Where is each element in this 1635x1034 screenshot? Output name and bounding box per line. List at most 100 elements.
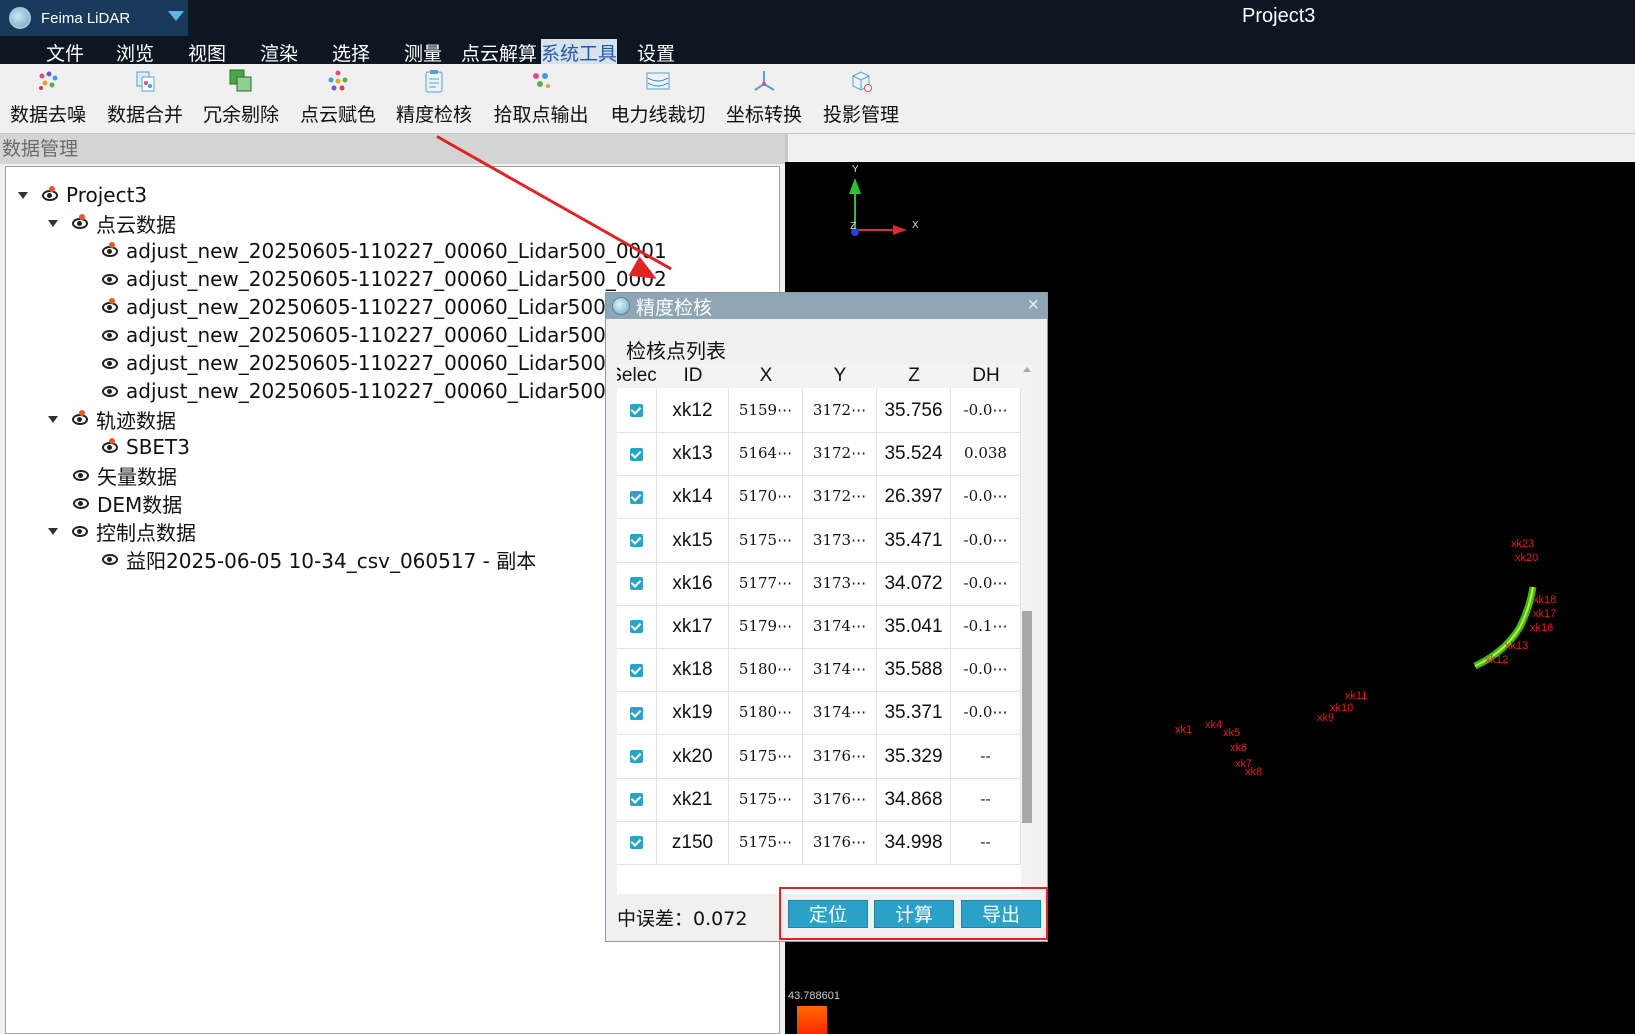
expand-arrow-icon[interactable] [48,415,58,423]
eye-icon[interactable] [102,329,118,341]
tool-label: 投影管理 [822,104,899,126]
tree-node-file[interactable]: adjust_new_20250605-110227_00060_Lidar50… [102,265,667,293]
row-checkbox[interactable] [630,663,643,677]
table-row[interactable]: xk14 5170⋯ 3172⋯ 26.397 -0.0⋯ [617,474,1021,520]
table-row[interactable]: xk20 5175⋯ 3176⋯ 35.329 -- [617,733,1021,779]
tool-redundancy-button[interactable]: 冗余剔除 [199,64,283,134]
menu-select[interactable]: 选择 [332,39,370,66]
table-row[interactable]: xk19 5180⋯ 3174⋯ 35.371 -0.0⋯ [617,690,1021,736]
row-checkbox[interactable] [630,404,643,418]
table-header: Selec ID X Y Z DH [617,364,1033,388]
eye-icon[interactable] [72,525,88,537]
column-header-select[interactable]: Selec [617,364,657,388]
tree-node-label: 矢量数据 [97,464,177,489]
tree-node-control-file[interactable]: 益阳2025-06-05 10-34_csv_060517 - 副本 [102,545,536,573]
menu-view[interactable]: 视图 [188,39,226,66]
menu-file[interactable]: 文件 [46,39,84,66]
scrollbar-thumb[interactable] [1022,611,1032,823]
eye-icon[interactable] [102,297,118,313]
row-checkbox[interactable] [630,836,643,850]
close-icon[interactable]: × [1027,294,1039,317]
tool-coord-transform-button[interactable]: 坐标转换 [722,64,806,134]
row-checkbox[interactable] [630,706,643,720]
tree-node-pointcloud[interactable]: 点云数据 [48,209,176,237]
column-header-dh[interactable]: DH [951,364,1021,388]
row-select-cell [617,776,657,822]
tree-node-control[interactable]: 控制点数据 [48,517,196,545]
chevron-down-icon[interactable] [168,11,184,21]
tree-node-file[interactable]: adjust_new_20250605-110227_00060_Lidar50… [102,349,641,377]
menu-bar: 文件 浏览 视图 渲染 选择 测量 点云解算 系统工具 设置 [0,36,1635,66]
row-checkbox[interactable] [630,577,643,591]
locate-button[interactable]: 定位 [788,900,868,928]
menu-pointcloud-solve[interactable]: 点云解算 [461,39,537,66]
column-header-y[interactable]: Y [803,364,877,388]
row-checkbox[interactable] [630,534,643,548]
table-row[interactable]: xk13 5164⋯ 3172⋯ 35.524 0.038 [617,431,1021,477]
app-name: Feima LiDAR [41,9,131,27]
table-row[interactable]: xk12 5159⋯ 3172⋯ 35.756 -0.0⋯ [617,388,1021,433]
export-button[interactable]: 导出 [961,900,1041,928]
row-id-cell: xk18 [657,647,729,693]
calculate-button[interactable]: 计算 [874,900,954,928]
expand-arrow-icon[interactable] [48,527,58,535]
table-row[interactable]: xk17 5179⋯ 3174⋯ 35.041 -0.1⋯ [617,604,1021,649]
eye-icon[interactable] [73,497,89,509]
table-row[interactable]: xk21 5175⋯ 3176⋯ 34.868 -- [617,776,1021,822]
column-header-x[interactable]: X [729,364,803,388]
eye-icon[interactable] [102,553,118,565]
column-header-z[interactable]: Z [877,364,951,388]
tree-node-project[interactable]: Project3 [18,181,147,209]
tree-node-file[interactable]: adjust_new_20250605-110227_00060_Lidar50… [102,377,641,405]
row-checkbox[interactable] [630,750,643,764]
tree-node-file[interactable]: adjust_new_20250605-110227_00060_Lidar50… [102,293,667,321]
eye-icon[interactable] [102,241,118,257]
column-header-id[interactable]: ID [657,364,729,388]
tool-denoise-button[interactable]: 数据去噪 [6,64,90,134]
eye-icon[interactable] [72,213,88,229]
eye-icon[interactable] [102,385,118,397]
tree-node-vector[interactable]: 矢量数据 [73,461,177,489]
eye-icon[interactable] [102,273,118,285]
row-select-cell [617,733,657,779]
expand-arrow-icon[interactable] [48,219,58,227]
tool-powerline-clip-button[interactable]: 电力线裁切 [606,64,710,134]
tool-colorize-button[interactable]: 点云赋色 [296,64,380,134]
app-menu-button[interactable]: Feima LiDAR [0,0,188,36]
tool-projection-button[interactable]: 投影管理 [819,64,903,134]
menu-render[interactable]: 渲染 [260,39,298,66]
dialog-title-bar[interactable]: 精度检核 × [606,293,1047,319]
expand-arrow-icon[interactable] [18,191,28,199]
tree-node-file[interactable]: adjust_new_20250605-110227_00060_Lidar50… [102,321,641,349]
control-point-label: xk1 [1175,724,1193,736]
tree-node-file[interactable]: adjust_new_20250605-110227_00060_Lidar50… [102,237,667,265]
tool-accuracy-check-button[interactable]: 精度检核 [392,64,476,134]
eye-icon[interactable] [42,185,58,201]
row-checkbox[interactable] [630,793,643,807]
tree-node-sbet[interactable]: SBET3 [102,433,190,461]
scroll-up-icon[interactable] [1023,367,1031,372]
eye-icon[interactable] [73,469,89,481]
row-checkbox[interactable] [630,620,643,634]
table-row[interactable]: xk15 5175⋯ 3173⋯ 35.471 -0.0⋯ [617,517,1021,563]
row-checkbox[interactable] [630,490,643,504]
tree-node-trajectory[interactable]: 轨迹数据 [48,405,176,433]
row-x-cell: 5175⋯ [729,776,803,822]
table-row[interactable]: z150 5175⋯ 3176⋯ 34.998 -- [617,820,1021,865]
menu-system-tools[interactable]: 系统工具 [541,39,618,66]
eye-icon[interactable] [102,437,118,453]
eye-icon[interactable] [72,409,88,425]
tool-pick-output-button[interactable]: 拾取点输出 [489,64,593,134]
eye-icon[interactable] [102,357,118,369]
table-row[interactable]: xk18 5180⋯ 3174⋯ 35.588 -0.0⋯ [617,647,1021,693]
tree-node-dem[interactable]: DEM数据 [73,489,182,517]
tree-node-label: Project3 [66,183,148,207]
table-scrollbar[interactable] [1021,364,1033,894]
menu-settings[interactable]: 设置 [637,39,675,66]
row-dh-cell: 0.038 [951,431,1021,477]
tool-merge-button[interactable]: 数据合并 [103,64,187,134]
row-checkbox[interactable] [630,447,643,461]
menu-browse[interactable]: 浏览 [116,39,154,66]
menu-measure[interactable]: 测量 [404,39,442,66]
table-row[interactable]: xk16 5177⋯ 3173⋯ 34.072 -0.0⋯ [617,560,1021,606]
